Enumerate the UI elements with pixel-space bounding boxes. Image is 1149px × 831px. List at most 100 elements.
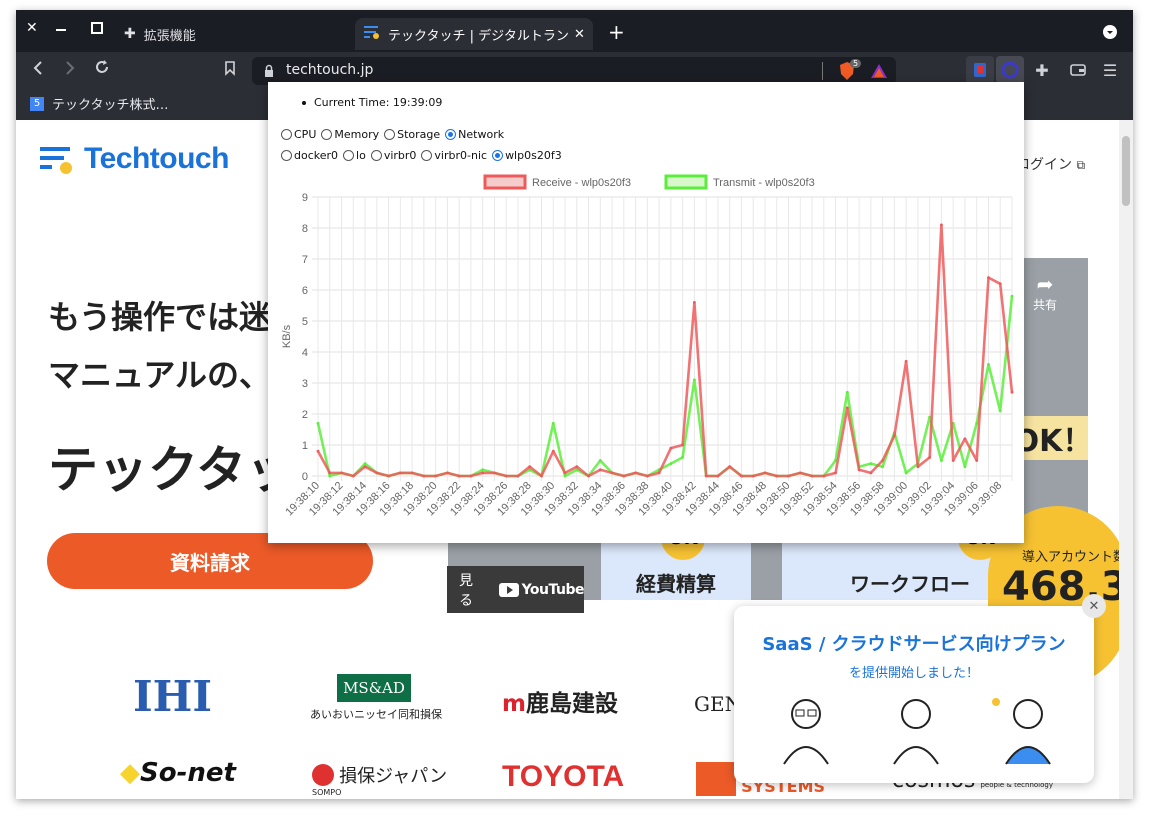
data-point-receive [892,434,896,438]
data-point-receive [810,474,814,478]
network-chart: 012345678919:38:1019:38:1219:38:1419:38:… [281,174,1014,518]
promo-popup: ✕ SaaS / クラウドサービス向けプラン を提供開始しました！ [734,594,1106,783]
ok-banner: OK！ [1014,416,1092,460]
wallet-icon[interactable] [1064,56,1092,84]
sompo-mark-icon [312,764,334,786]
data-point-transmit [1010,294,1014,298]
techtouch-logo-icon [40,147,72,174]
logo-text: Techtouch [84,142,229,175]
data-point-transmit [598,459,602,462]
youtube-label: YouTube [521,581,585,598]
person-glasses-icon [783,699,829,765]
data-point-receive [575,465,579,469]
tab-bar: ✕ ✚ 拡張機能 テックタッチ | デジタルトランスフ ✕ + [16,10,1133,52]
logo-ihi: IHI [133,672,212,721]
reload-icon[interactable] [94,59,110,79]
login-link[interactable]: ログイン ⧉ [1016,154,1085,174]
logo-sompo: 損保ジャパン SOMPO [312,762,447,797]
forward-icon[interactable] [64,60,76,80]
tab-extensions[interactable]: ✚ 拡張機能 [118,18,354,50]
data-point-receive [610,471,614,475]
data-point-receive [351,474,355,478]
share-label: 共有 [1033,298,1058,312]
data-point-transmit [563,474,567,478]
person-woman-icon [893,699,939,765]
data-point-transmit [693,378,696,382]
data-point-receive [704,474,708,478]
data-point-receive [940,223,943,227]
data-point-receive [693,301,696,304]
data-point-receive [834,471,837,475]
data-point-receive [1010,390,1014,394]
bookmark-label: テックタッチ株式… [52,98,169,113]
logo-sonet: ◆So-net [120,758,236,788]
data-point-receive [563,471,567,475]
brave-rewards-icon[interactable] [870,63,888,83]
bookmark-item[interactable]: 5 テックタッチ株式… [30,94,168,113]
data-point-receive [328,471,332,475]
logo-msad: MS&AD [337,674,411,702]
y-tick-label: 7 [302,254,308,266]
y-tick-label: 4 [302,347,308,359]
watch-label: 見る [459,572,473,609]
tab-search-icon[interactable] [1103,25,1117,39]
data-point-receive [422,474,426,478]
data-point-transmit [669,462,673,465]
techtouch-logo[interactable]: Techtouch [40,142,229,176]
extension-ring-icon[interactable] [996,56,1024,84]
menu-icon[interactable]: ☰ [1096,56,1124,84]
system-monitor-panel: Current Time: 19:39:09 CPU Memory Storag… [268,82,1024,543]
close-tab-icon[interactable]: ✕ [574,27,585,42]
data-point-receive [434,474,438,478]
logo-aioi-text: あいおいニッセイ同和損保 [310,708,442,721]
share-button[interactable]: ➦ 共有 [1033,272,1057,313]
data-point-receive [504,474,508,478]
data-point-receive [634,471,637,475]
card-title: ワークフロー [850,572,970,596]
data-point-receive [740,474,743,478]
bitwarden-extension-icon[interactable] [966,56,994,84]
card-title: 経費精算 [636,572,716,596]
y-axis-label: KB/s [281,324,293,348]
scrollbar-thumb[interactable] [1122,136,1130,206]
external-link-icon: ⧉ [1076,158,1086,172]
data-point-receive [398,471,402,475]
minimize-window-icon[interactable] [56,29,66,31]
data-point-receive [751,474,755,478]
popup-illustration [783,698,1051,765]
url-text: techtouch.jp [286,62,374,78]
data-point-receive [457,474,461,478]
address-bar[interactable]: techtouch.jp 5 [252,57,896,85]
data-point-transmit [681,456,685,459]
page-scrollbar[interactable] [1119,120,1133,799]
bookmark-icon[interactable] [224,60,236,80]
tab-techtouch[interactable]: テックタッチ | デジタルトランスフ ✕ [355,18,593,50]
new-tab-icon[interactable]: + [608,20,625,44]
y-tick-label: 9 [302,192,308,204]
data-point-receive [928,456,932,459]
data-point-transmit [316,421,320,425]
kajima-mark-icon: m [502,691,526,717]
y-tick-label: 2 [302,409,308,421]
data-point-transmit [940,459,943,462]
data-point-receive [645,474,649,478]
close-window-icon[interactable]: ✕ [26,20,38,36]
puzzle-icon: ✚ [124,26,136,42]
popup-title[interactable]: SaaS / クラウドサービス向けプラン [734,630,1094,656]
extensions-puzzle-icon[interactable]: ✚ [1028,56,1056,84]
back-icon[interactable] [32,60,44,80]
tab-label: テックタッチ | デジタルトランスフ [388,28,568,44]
data-point-transmit [998,409,1002,413]
watch-on-youtube-button[interactable]: 見る YouTube [447,566,585,613]
person-blue-suit-icon [992,698,1051,765]
data-point-receive [716,474,720,478]
logo-sonet-text: So-net [140,758,236,788]
headline-line2: マニュアルの、 [48,356,272,394]
close-popup-icon[interactable]: ✕ [1082,594,1106,618]
maximize-window-icon[interactable] [91,22,103,34]
data-point-receive [481,471,485,475]
data-point-receive [657,471,661,475]
data-point-receive [987,276,990,279]
data-point-receive [316,449,320,453]
data-point-transmit [881,465,885,469]
